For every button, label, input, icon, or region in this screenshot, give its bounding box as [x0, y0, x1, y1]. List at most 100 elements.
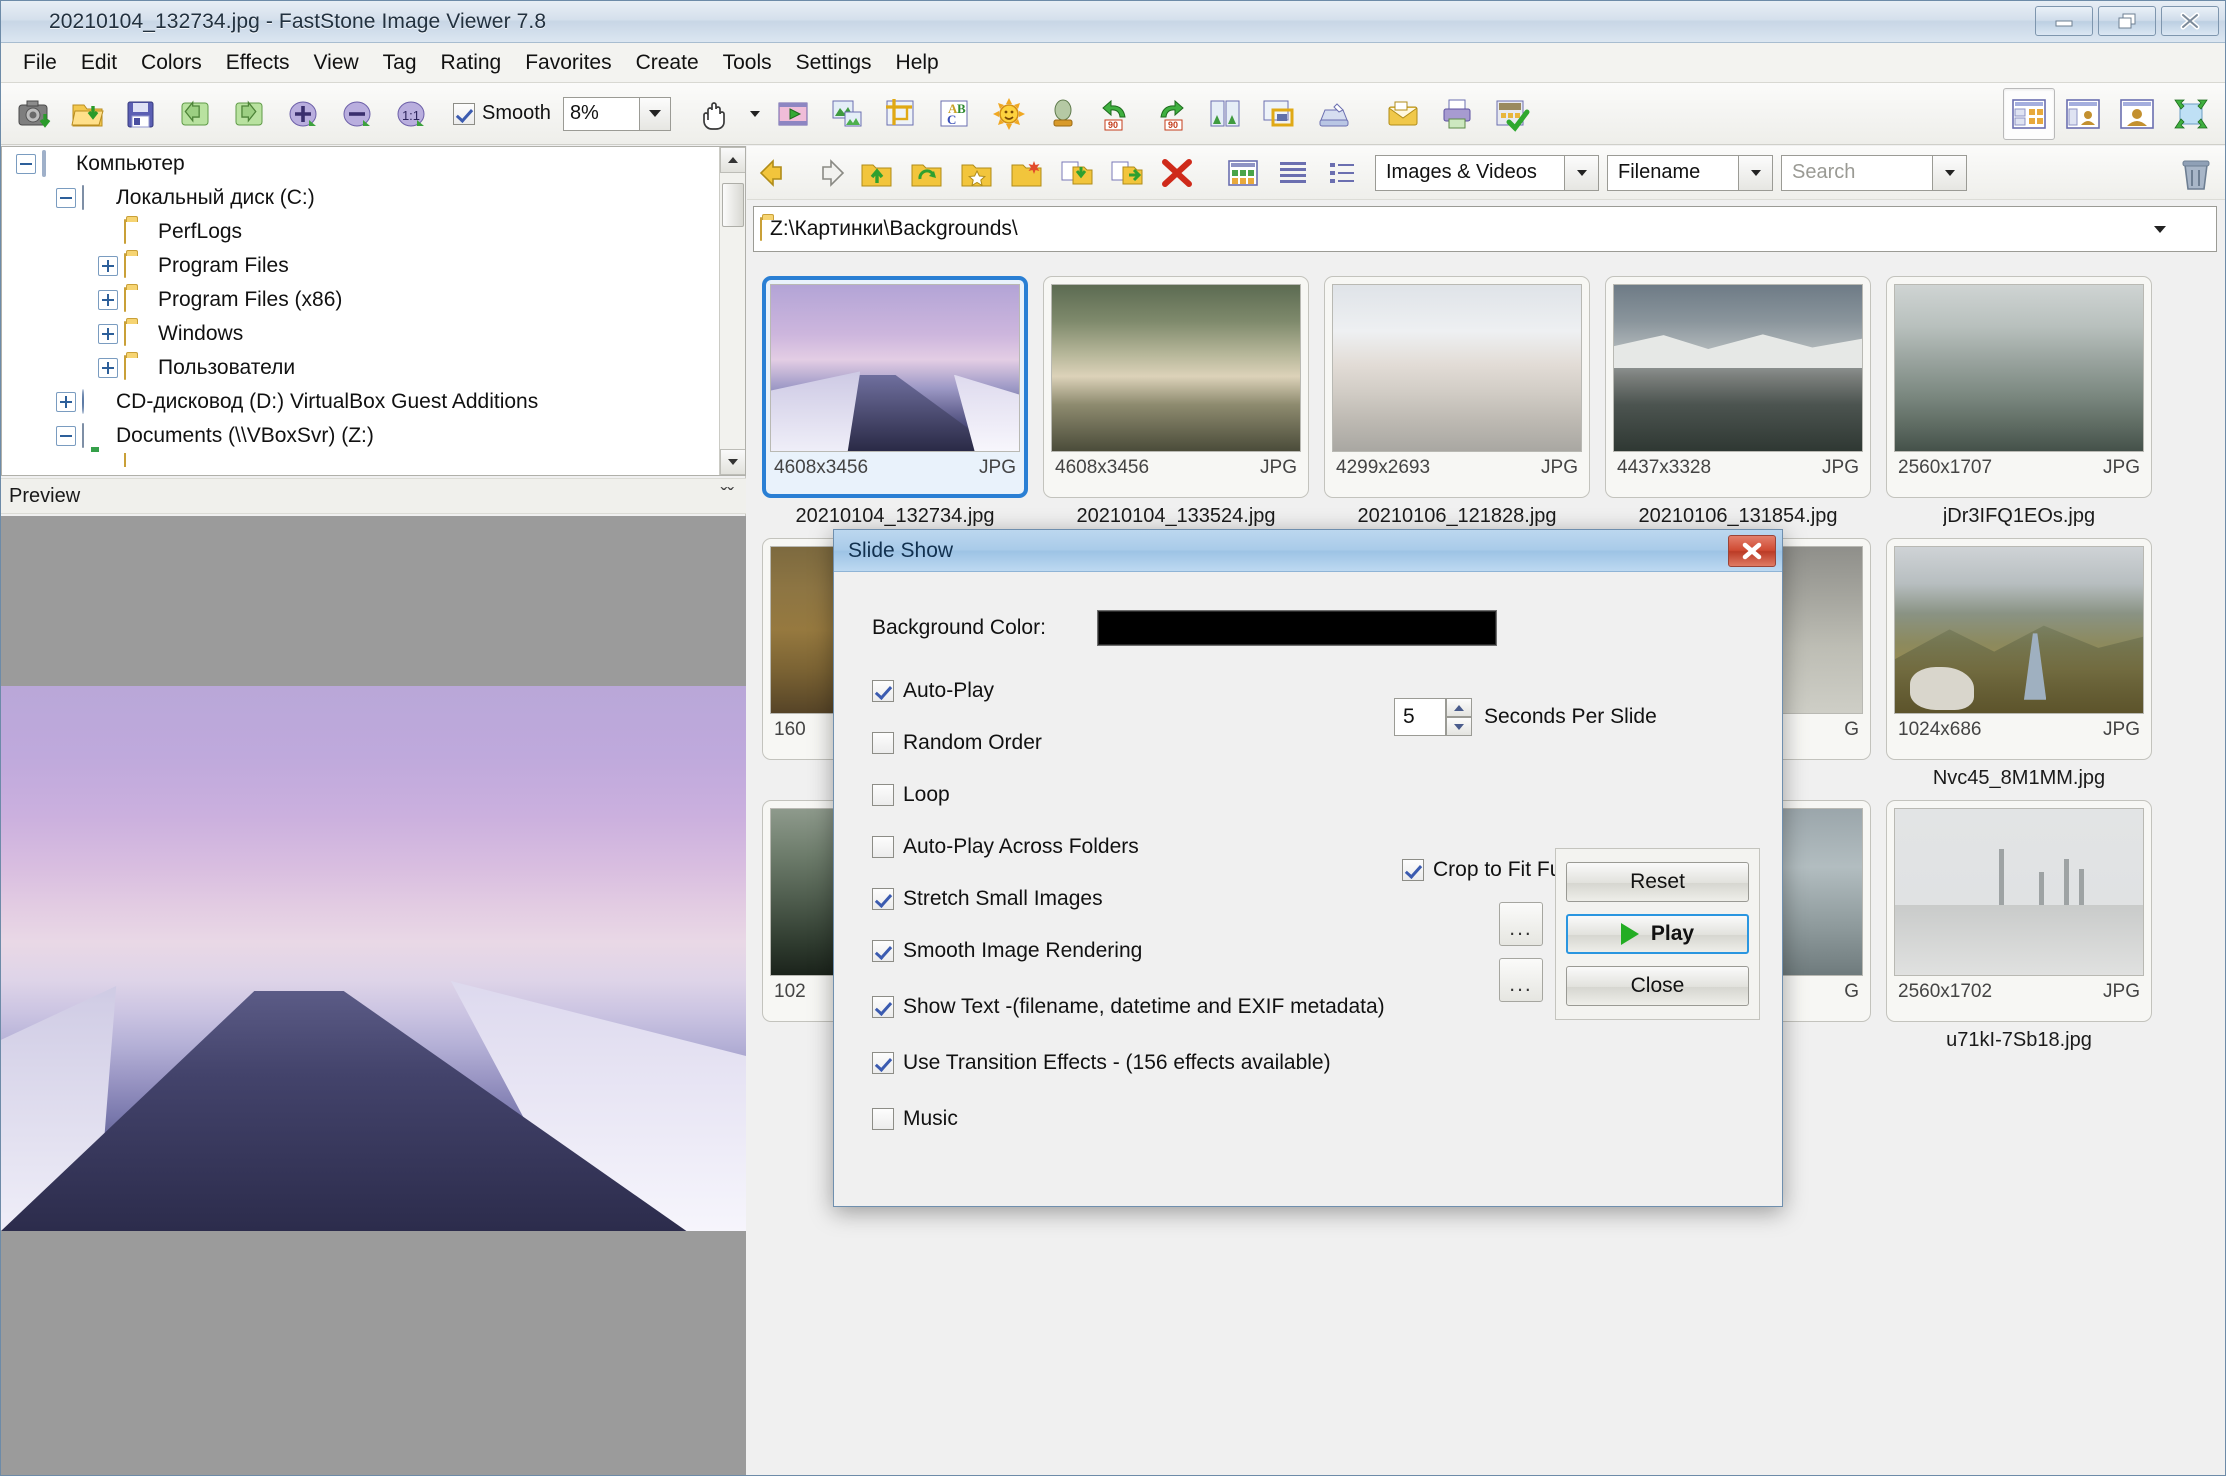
scroll-up-button[interactable] [720, 147, 746, 173]
thumbnail-cell[interactable]: 2560x1707 JPG jDr3IFQ1EOs.jpg [1881, 276, 2157, 528]
tree-node-documents-z[interactable]: Documents (\\VBoxSvr) (Z:) [2, 419, 745, 453]
show-text-options-button[interactable]: ... [1499, 902, 1543, 946]
view-mode-fullscreen-icon[interactable] [2165, 88, 2217, 140]
seconds-stepper[interactable] [1446, 698, 1472, 736]
menu-tools[interactable]: Tools [711, 47, 784, 79]
scroll-down-button[interactable] [720, 449, 746, 475]
tree-expander[interactable] [98, 358, 118, 378]
thumbnail-card[interactable]: 2560x1707 JPG [1886, 276, 2152, 498]
actual-size-icon[interactable]: 1:1 [387, 88, 439, 140]
show-text-checkbox[interactable] [872, 996, 894, 1018]
zoom-level-combo[interactable] [563, 97, 671, 131]
tree-node-users[interactable]: Пользователи [2, 351, 745, 385]
thumbnail-card[interactable]: 4437x3328 JPG [1605, 276, 1871, 498]
scan-icon[interactable] [1309, 88, 1361, 140]
tree-node-cd-drive-d[interactable]: CD-дисковод (D:) VirtualBox Guest Additi… [2, 385, 745, 419]
thumbnail-cell[interactable]: 4608x3456 JPG 20210104_132734.jpg [757, 276, 1033, 528]
random-order-checkbox[interactable] [872, 732, 894, 754]
path-dropdown-button[interactable] [2154, 207, 2166, 251]
add-frame-icon[interactable] [1255, 88, 1307, 140]
double-chevron-down-icon[interactable]: ˇˇ [721, 486, 734, 506]
menu-help[interactable]: Help [884, 47, 951, 79]
auto-play-checkbox[interactable] [872, 680, 894, 702]
tree-expander[interactable] [98, 324, 118, 344]
transition-effects-options-button[interactable]: ... [1499, 958, 1543, 1002]
minimize-button[interactable] [2035, 6, 2093, 36]
search-input[interactable]: Search [1781, 155, 1933, 191]
folder-tree[interactable]: Компьютер Локальный диск (C:) PerfLogs P… [1, 146, 746, 476]
file-filter-dropdown-button[interactable] [1565, 155, 1599, 191]
browse-delete-icon[interactable] [1153, 150, 1201, 196]
draw-text-icon[interactable]: ABC [931, 88, 983, 140]
menu-create[interactable]: Create [624, 47, 711, 79]
red-eye-removal-icon[interactable] [1039, 88, 1091, 140]
zoom-in-icon[interactable] [279, 88, 331, 140]
menu-colors[interactable]: Colors [129, 47, 214, 79]
thumbnail-cell[interactable]: 4608x3456 JPG 20210104_133524.jpg [1038, 276, 1314, 528]
menu-view[interactable]: View [302, 47, 371, 79]
smooth-image-rendering-checkbox[interactable] [872, 940, 894, 962]
background-color-swatch[interactable] [1097, 610, 1497, 646]
list-view-icon[interactable] [1269, 150, 1317, 196]
adjust-lighting-icon[interactable] [985, 88, 1037, 140]
zoom-level-dropdown-button[interactable] [639, 97, 671, 131]
menu-favorites[interactable]: Favorites [513, 47, 623, 79]
slideshow-icon[interactable] [769, 88, 821, 140]
hand-tool-dropdown-icon[interactable] [743, 88, 767, 140]
view-mode-thumbnails-icon[interactable] [2003, 88, 2055, 140]
file-filter-value[interactable]: Images & Videos [1375, 155, 1565, 191]
recycle-bin-icon[interactable] [2173, 152, 2219, 198]
browse-copy-to-icon[interactable] [1053, 150, 1101, 196]
preview-pane[interactable] [1, 516, 746, 1475]
scroll-thumb[interactable] [722, 183, 744, 227]
tree-node-computer[interactable]: Компьютер [2, 147, 745, 181]
thumbnail-card[interactable]: 1024x686 JPG [1886, 538, 2152, 760]
thumbnail-cell[interactable]: 4437x3328 JPG 20210106_131854.jpg [1600, 276, 1876, 528]
search-combo[interactable]: Search [1781, 155, 1967, 191]
previous-image-icon[interactable] [171, 88, 223, 140]
rotate-right-90-icon[interactable]: 90 [1147, 88, 1199, 140]
restore-button[interactable] [2098, 6, 2156, 36]
path-bar[interactable]: Z:\Картинки\Backgrounds\ [753, 206, 2217, 252]
browse-forward-icon[interactable] [803, 150, 851, 196]
tree-expander[interactable] [98, 256, 118, 276]
thumbnail-card-selected[interactable]: 4608x3456 JPG [762, 276, 1028, 498]
seconds-increment-button[interactable] [1446, 698, 1472, 717]
seconds-input[interactable]: 5 [1394, 698, 1446, 736]
hand-tool-icon[interactable] [689, 88, 741, 140]
close-icon[interactable] [1728, 535, 1776, 567]
thumbnail-view-icon[interactable] [1219, 150, 1267, 196]
save-as-icon[interactable] [117, 88, 169, 140]
tree-node-partial[interactable] [2, 453, 745, 467]
reset-button[interactable]: Reset [1566, 862, 1749, 902]
crop-to-fit-checkbox[interactable] [1402, 859, 1424, 881]
browse-up-icon[interactable] [853, 150, 901, 196]
thumbnail-card[interactable]: 2560x1702 JPG [1886, 800, 2152, 1022]
browse-new-folder-icon[interactable] [1003, 150, 1051, 196]
close-button[interactable] [2161, 6, 2219, 36]
email-icon[interactable] [1379, 88, 1431, 140]
zoom-out-icon[interactable] [333, 88, 385, 140]
thumbnail-cell[interactable]: 2560x1702 JPG u71kI-7Sb18.jpg [1881, 800, 2157, 1052]
thumbnail-cell[interactable]: 1024x686 JPG Nvc45_8M1MM.jpg [1881, 538, 2157, 790]
browse-favorites-icon[interactable] [953, 150, 1001, 196]
close-button[interactable]: Close [1566, 966, 1749, 1006]
batch-convert-icon[interactable] [1487, 88, 1539, 140]
loop-row[interactable]: Loop [834, 780, 1782, 810]
play-button[interactable]: Play [1566, 914, 1749, 954]
tree-expander[interactable] [56, 426, 76, 446]
auto-play-across-folders-checkbox[interactable] [872, 836, 894, 858]
sort-by-combo[interactable]: Filename [1607, 155, 1773, 191]
transition-effects-checkbox[interactable] [872, 1052, 894, 1074]
print-icon[interactable] [1433, 88, 1485, 140]
browse-refresh-icon[interactable] [903, 150, 951, 196]
thumbnail-card[interactable]: 4608x3456 JPG [1043, 276, 1309, 498]
tree-node-local-disk-c[interactable]: Локальный диск (C:) [2, 181, 745, 215]
view-mode-filmstrip-left-icon[interactable] [2057, 88, 2109, 140]
menu-tag[interactable]: Tag [371, 47, 429, 79]
music-checkbox[interactable] [872, 1108, 894, 1130]
tree-node-program-files[interactable]: Program Files [2, 249, 745, 283]
detail-view-icon[interactable] [1319, 150, 1367, 196]
tree-scrollbar[interactable] [719, 147, 745, 475]
search-dropdown-button[interactable] [1933, 155, 1967, 191]
